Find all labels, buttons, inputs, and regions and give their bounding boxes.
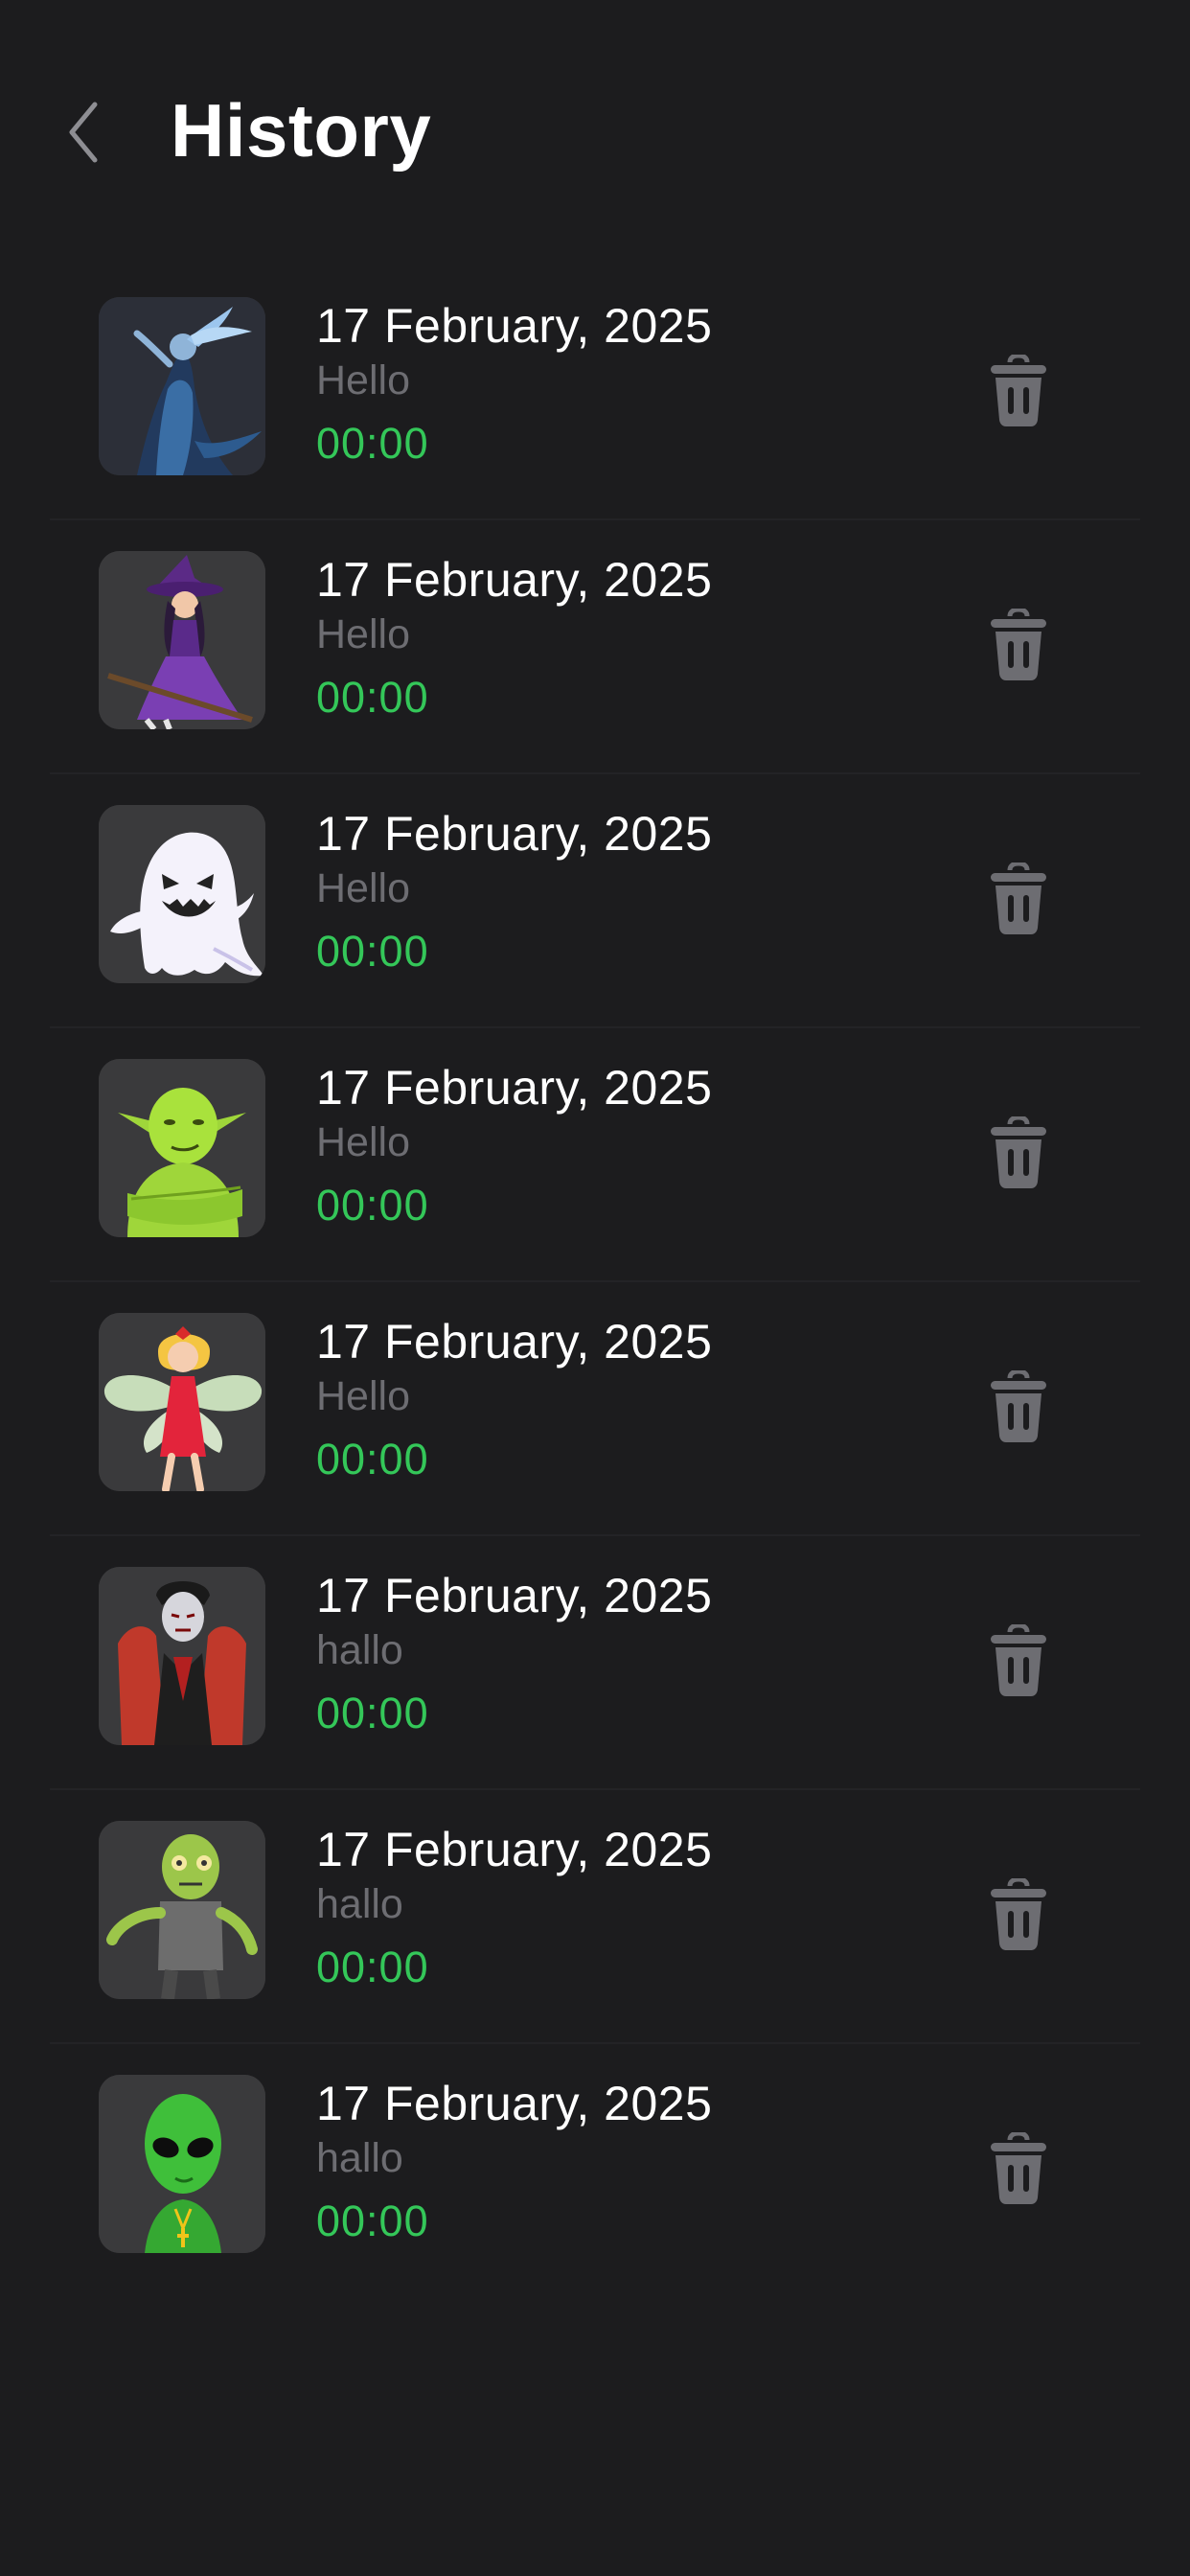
delete-button[interactable] [987,355,1050,427]
character-avatar-goblin [99,1059,265,1237]
delete-button[interactable] [987,1370,1050,1443]
history-duration: 00:00 [316,1689,429,1737]
delete-button[interactable] [987,1116,1050,1189]
delete-button[interactable] [987,862,1050,935]
character-avatar-fairy [99,1313,265,1491]
character-avatar-zombie [99,1821,265,1999]
history-row[interactable]: 17 February, 2025 Hello 00:00 [0,520,1190,774]
history-date: 17 February, 2025 [316,1315,713,1368]
delete-button[interactable] [987,2132,1050,2205]
delete-button[interactable] [987,609,1050,681]
history-duration: 00:00 [316,419,429,468]
character-avatar-witch [99,551,265,729]
history-row[interactable]: 17 February, 2025 hallo 00:00 [0,1790,1190,2044]
history-duration: 00:00 [316,1181,429,1230]
trash-icon [991,1370,1046,1442]
history-message: Hello [316,611,410,657]
trash-icon [991,862,1046,934]
history-message: hallo [316,1627,403,1673]
history-row[interactable]: 17 February, 2025 Hello 00:00 [0,1282,1190,1536]
delete-button[interactable] [987,1878,1050,1951]
history-date: 17 February, 2025 [316,1061,713,1115]
history-row[interactable]: 17 February, 2025 hallo 00:00 [0,2044,1190,2298]
trash-icon [991,2132,1046,2204]
history-date: 17 February, 2025 [316,2077,713,2130]
history-date: 17 February, 2025 [316,1823,713,1876]
history-date: 17 February, 2025 [316,553,713,607]
history-message: Hello [316,1373,410,1419]
trash-icon [991,1878,1046,1950]
character-avatar-vampire [99,1567,265,1745]
history-date: 17 February, 2025 [316,1569,713,1622]
history-date: 17 February, 2025 [316,807,713,861]
character-avatar-ice-spirit [99,297,265,475]
trash-icon [991,355,1046,426]
history-row[interactable]: 17 February, 2025 Hello 00:00 [0,774,1190,1028]
history-row[interactable]: 17 February, 2025 Hello 00:00 [0,266,1190,520]
delete-button[interactable] [987,1624,1050,1697]
history-message: Hello [316,865,410,911]
character-avatar-alien [99,2075,265,2253]
trash-icon [991,1116,1046,1188]
history-duration: 00:00 [316,1943,429,1991]
history-date: 17 February, 2025 [316,299,713,353]
history-duration: 00:00 [316,673,429,722]
history-message: hallo [316,1881,403,1927]
chevron-left-icon [69,102,98,163]
history-row[interactable]: 17 February, 2025 Hello 00:00 [0,1028,1190,1282]
trash-icon [991,609,1046,680]
trash-icon [991,1624,1046,1696]
back-button[interactable] [50,92,117,172]
character-avatar-ghost [99,805,265,983]
history-list: 17 February, 2025 Hello 00:00 17 February, … [0,266,1190,2298]
history-duration: 00:00 [316,2196,429,2245]
history-message: hallo [316,2135,403,2181]
page-title: History [171,88,432,172]
history-duration: 00:00 [316,1435,429,1484]
history-message: Hello [316,1119,410,1165]
history-row[interactable]: 17 February, 2025 hallo 00:00 [0,1536,1190,1790]
history-message: Hello [316,357,410,403]
header: History [0,0,1190,220]
history-duration: 00:00 [316,927,429,976]
